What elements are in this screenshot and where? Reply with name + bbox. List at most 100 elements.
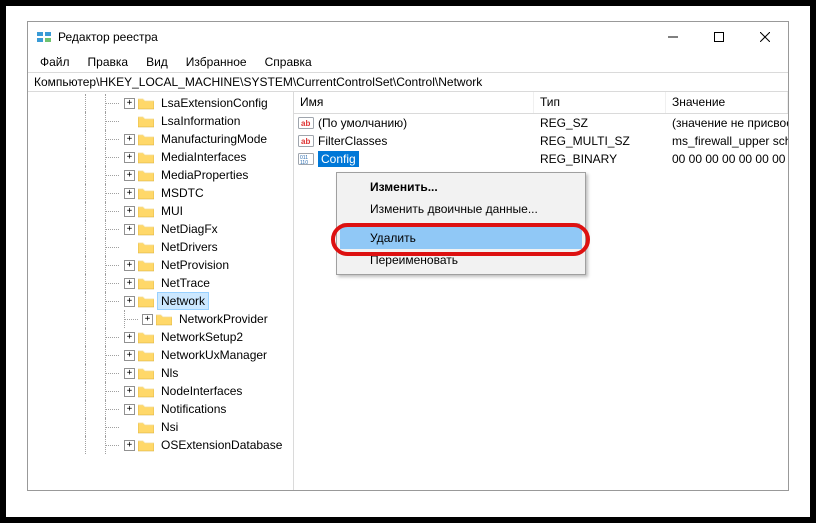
value-row[interactable]: ab (По умолчанию) REG_SZ(значение не присв… xyxy=(294,114,788,132)
expand-toggle[interactable]: + xyxy=(124,368,135,379)
tree-item-label: NetworkUxManager xyxy=(158,347,270,363)
tree-item-label: NetTrace xyxy=(158,275,213,291)
tree-item[interactable]: +MSDTC xyxy=(28,184,293,202)
value-type: REG_BINARY xyxy=(534,152,666,166)
folder-icon xyxy=(138,439,154,452)
expand-toggle[interactable]: + xyxy=(142,314,153,325)
expand-toggle[interactable]: + xyxy=(124,206,135,217)
address-bar[interactable]: Компьютер\HKEY_LOCAL_MACHINE\SYSTEM\Curr… xyxy=(28,72,788,92)
expand-toggle[interactable]: + xyxy=(124,404,135,415)
menu-favorites[interactable]: Избранное xyxy=(178,53,255,71)
close-button[interactable] xyxy=(742,22,788,52)
tree-item-label: ManufacturingMode xyxy=(158,131,270,147)
folder-icon xyxy=(156,313,172,326)
expand-toggle[interactable]: + xyxy=(124,98,135,109)
expand-toggle[interactable]: + xyxy=(124,224,135,235)
column-headers[interactable]: Имя Тип Значение xyxy=(294,92,788,114)
folder-icon xyxy=(138,349,154,362)
folder-icon xyxy=(138,169,154,182)
tree-item[interactable]: + NetworkProvider xyxy=(28,310,293,328)
tree-item[interactable]: + NodeInterfaces xyxy=(28,382,293,400)
svg-text:110: 110 xyxy=(300,160,308,166)
tree-item-label: NetDiagFx xyxy=(158,221,221,237)
tree-item[interactable]: + NetworkUxManager xyxy=(28,346,293,364)
tree-item[interactable]: + MUI xyxy=(28,202,293,220)
tree-item[interactable]: + Notifications xyxy=(28,400,293,418)
value-type: REG_SZ xyxy=(534,116,666,130)
expand-toggle[interactable]: + xyxy=(124,260,135,271)
window-title: Редактор реестра xyxy=(58,30,650,44)
tree-panel[interactable]: +LsaExtensionConfigLsaInformation + Manufa… xyxy=(28,92,294,490)
value-name: Config xyxy=(318,151,359,167)
ctx-delete[interactable]: Удалить xyxy=(340,227,582,249)
tree-item[interactable]: +LsaExtensionConfig xyxy=(28,94,293,112)
ctx-separator xyxy=(342,223,580,224)
expand-toggle[interactable]: + xyxy=(124,152,135,163)
folder-icon xyxy=(138,331,154,344)
tree-item-label: NodeInterfaces xyxy=(158,383,245,399)
value-name: (По умолчанию) xyxy=(318,116,407,130)
tree-item[interactable]: LsaInformation xyxy=(28,112,293,130)
ctx-rename[interactable]: Переименовать xyxy=(340,249,582,271)
maximize-button[interactable] xyxy=(696,22,742,52)
app-icon xyxy=(36,29,52,45)
tree-item-label: OSExtensionDatabase xyxy=(158,437,285,453)
tree-item[interactable]: + MediaInterfaces xyxy=(28,148,293,166)
expand-toggle[interactable]: + xyxy=(124,296,135,307)
titlebar[interactable]: Редактор реестра xyxy=(28,22,788,52)
ctx-modify-binary[interactable]: Изменить двоичные данные... xyxy=(340,198,582,220)
tree-item-label: Notifications xyxy=(158,401,229,417)
expand-toggle[interactable]: + xyxy=(124,350,135,361)
menu-help[interactable]: Справка xyxy=(257,53,320,71)
menu-view[interactable]: Вид xyxy=(138,53,176,71)
tree-item[interactable]: + NetTrace xyxy=(28,274,293,292)
expand-toggle[interactable]: + xyxy=(124,134,135,145)
tree-item[interactable]: +NetProvision xyxy=(28,256,293,274)
header-value[interactable]: Значение xyxy=(666,92,788,113)
tree-item[interactable]: + NetDiagFx xyxy=(28,220,293,238)
menu-file[interactable]: Файл xyxy=(32,53,78,71)
tree-item-label: MediaProperties xyxy=(158,167,251,183)
tree-item-label: Network xyxy=(158,293,208,309)
value-row[interactable]: abFilterClassesREG_MULTI_SZms_firewall_u… xyxy=(294,132,788,150)
tree-item[interactable]: + Network xyxy=(28,292,293,310)
folder-icon xyxy=(138,187,154,200)
tree-item[interactable]: NetDrivers xyxy=(28,238,293,256)
value-row[interactable]: 011110ConfigREG_BINARY00 00 00 00 00 00 … xyxy=(294,150,788,168)
string-value-icon: ab xyxy=(298,115,314,131)
tree-item[interactable]: + Nls xyxy=(28,364,293,382)
menu-edit[interactable]: Правка xyxy=(80,53,137,71)
tree-item-label: Nls xyxy=(158,365,181,381)
string-value-icon: ab xyxy=(298,133,314,149)
tree-item[interactable]: + OSExtensionDatabase xyxy=(28,436,293,454)
context-menu: Изменить... Изменить двоичные данные... … xyxy=(336,172,586,275)
tree-item-label: MUI xyxy=(158,203,186,219)
expand-toggle[interactable]: + xyxy=(124,332,135,343)
expand-toggle[interactable]: + xyxy=(124,278,135,289)
expand-toggle[interactable]: + xyxy=(124,188,135,199)
header-type[interactable]: Тип xyxy=(534,92,666,113)
minimize-button[interactable] xyxy=(650,22,696,52)
value-data: (значение не присвоено) xyxy=(666,116,788,130)
svg-text:ab: ab xyxy=(301,119,310,128)
header-name[interactable]: Имя xyxy=(294,92,534,113)
expand-toggle[interactable]: + xyxy=(124,170,135,181)
tree-item-label: NetDrivers xyxy=(158,239,221,255)
tree-item-label: LsaInformation xyxy=(158,113,243,129)
tree-item[interactable]: + MediaProperties xyxy=(28,166,293,184)
value-name: FilterClasses xyxy=(318,134,387,148)
tree-item-label: Nsi xyxy=(158,419,181,435)
tree-item-label: MediaInterfaces xyxy=(158,149,249,165)
value-data: 00 00 00 00 00 00 00 00 xyxy=(666,152,788,166)
ctx-modify[interactable]: Изменить... xyxy=(340,176,582,198)
tree-item[interactable]: + NetworkSetup2 xyxy=(28,328,293,346)
tree-item-label: NetworkSetup2 xyxy=(158,329,246,345)
folder-icon xyxy=(138,259,154,272)
tree-item[interactable]: + ManufacturingMode xyxy=(28,130,293,148)
expand-toggle[interactable]: + xyxy=(124,440,135,451)
list-rows[interactable]: ab (По умолчанию) REG_SZ(значение не присв… xyxy=(294,114,788,490)
expand-toggle[interactable]: + xyxy=(124,386,135,397)
folder-icon xyxy=(138,241,154,254)
tree-item[interactable]: Nsi xyxy=(28,418,293,436)
tree-item-label: NetworkProvider xyxy=(176,311,271,327)
